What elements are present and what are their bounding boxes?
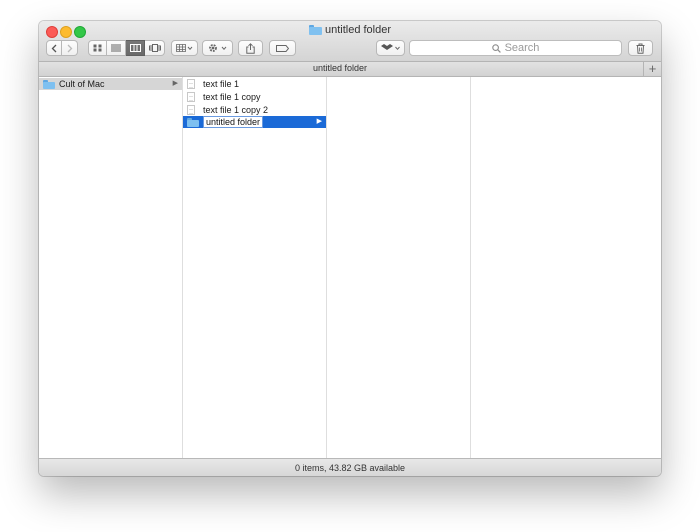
- finder-window: untitled folder Search untitled folder +…: [39, 21, 661, 476]
- column-browser: Cult of Mac ▶ text file 1 text file 1 co…: [39, 77, 661, 458]
- disclosure-arrow-icon: ▶: [316, 118, 322, 125]
- text-document-icon: [187, 92, 195, 102]
- tab-bar: untitled folder +: [39, 62, 661, 77]
- arrange-button[interactable]: [171, 40, 198, 56]
- arrange-grid-icon: [176, 44, 193, 52]
- list-item[interactable]: text file 1 copy 2: [183, 104, 326, 116]
- window-title: untitled folder: [39, 24, 661, 37]
- status-text: 0 items, 43.82 GB available: [294, 463, 406, 473]
- folder-icon: [43, 79, 55, 89]
- column-4: [471, 77, 661, 458]
- chevron-left-icon: [51, 44, 57, 52]
- column-2: text file 1 text file 1 copy text file 1…: [183, 77, 327, 458]
- columns-icon: [129, 44, 141, 52]
- dropbox-icon: [380, 44, 400, 51]
- list-item-selected[interactable]: untitled folder ▶: [183, 116, 326, 128]
- list-item[interactable]: text file 1: [183, 78, 326, 90]
- item-name: Cult of Mac: [59, 79, 105, 89]
- item-name: text file 1: [203, 79, 240, 89]
- tab-title[interactable]: untitled folder: [39, 63, 641, 73]
- list-view-button[interactable]: [107, 40, 126, 56]
- text-document-icon: [187, 105, 195, 115]
- item-name: text file 1 copy 2: [203, 105, 269, 115]
- trash-button[interactable]: [628, 40, 653, 56]
- chevron-right-icon: [67, 44, 72, 52]
- search-icon: [491, 43, 501, 53]
- share-button[interactable]: [238, 40, 263, 56]
- coverflow-view-button[interactable]: [145, 40, 165, 56]
- folder-icon: [187, 117, 199, 127]
- add-tab-button[interactable]: +: [643, 62, 661, 76]
- text-document-icon: [187, 79, 195, 89]
- gear-icon: [208, 44, 226, 52]
- list-item[interactable]: Cult of Mac ▶: [39, 78, 182, 90]
- rename-field[interactable]: untitled folder: [203, 116, 264, 128]
- title-toolbar: untitled folder Search: [39, 21, 661, 62]
- disclosure-arrow-icon: ▶: [172, 80, 178, 87]
- search-placeholder: Search: [504, 42, 540, 54]
- column-1: Cult of Mac ▶: [39, 77, 183, 458]
- grid-icon: [93, 44, 102, 52]
- icon-view-button[interactable]: [88, 40, 107, 56]
- coverflow-icon: [148, 44, 161, 52]
- column-3: [327, 77, 471, 458]
- dropbox-button[interactable]: [376, 40, 405, 56]
- column-view-button[interactable]: [126, 40, 145, 56]
- back-button[interactable]: [46, 40, 62, 56]
- search-field[interactable]: Search: [409, 40, 622, 56]
- forward-button[interactable]: [62, 40, 78, 56]
- tag-icon: [276, 44, 289, 52]
- folder-icon: [308, 25, 322, 35]
- tags-button[interactable]: [269, 40, 296, 56]
- action-button[interactable]: [202, 40, 233, 56]
- status-bar: 0 items, 43.82 GB available: [39, 458, 661, 476]
- share-icon: [246, 42, 255, 54]
- item-name: text file 1 copy: [203, 92, 261, 102]
- list-item[interactable]: text file 1 copy: [183, 91, 326, 103]
- trash-icon: [636, 43, 645, 54]
- window-title-text: untitled folder: [324, 24, 392, 36]
- list-icon: [111, 44, 121, 52]
